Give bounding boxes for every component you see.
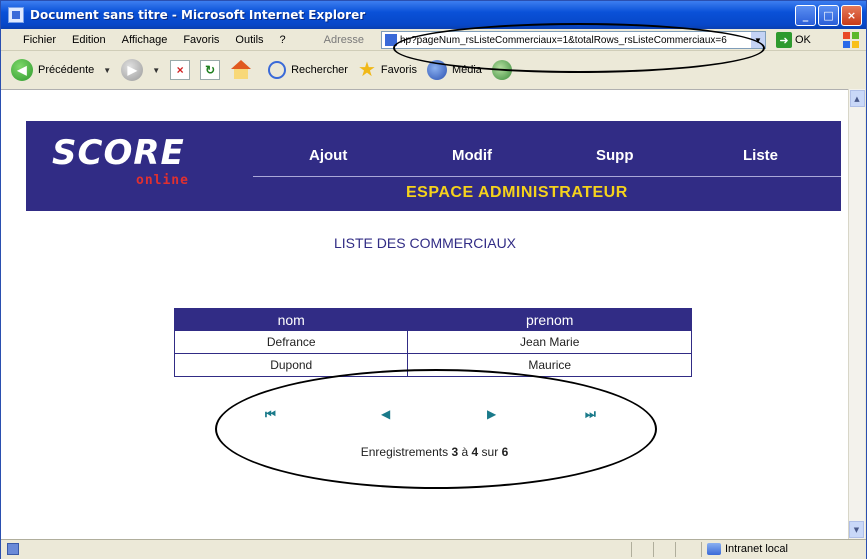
nav-divider [253, 176, 841, 177]
column-header-prenom: prenom [407, 308, 692, 331]
go-button[interactable]: ➜ OK [776, 32, 811, 48]
stop-button[interactable]: × [170, 60, 191, 80]
intranet-zone-icon [707, 543, 721, 555]
status-separator [701, 542, 702, 557]
window-title: Document sans titre - Microsoft Internet… [30, 8, 366, 22]
forward-arrow-icon: ▶ [121, 59, 144, 81]
back-dropdown-icon[interactable]: ▼ [103, 66, 111, 75]
menu-help[interactable]: ? [272, 34, 294, 46]
nav-liste[interactable]: Liste [743, 147, 778, 164]
nav-ajout[interactable]: Ajout [309, 147, 347, 164]
favorites-button[interactable]: ★ Favoris [358, 60, 417, 80]
windows-logo-icon [843, 32, 859, 48]
minimize-button[interactable]: _ [795, 5, 816, 26]
back-arrow-icon: ◀ [11, 59, 33, 81]
address-label: Adresse [323, 33, 364, 46]
scroll-down-icon[interactable]: ▼ [849, 521, 864, 538]
search-button[interactable]: Rechercher [268, 61, 348, 79]
search-label: Rechercher [291, 64, 348, 76]
home-button[interactable] [230, 60, 252, 80]
menu-outils[interactable]: Outils [227, 34, 271, 46]
nav-modif[interactable]: Modif [452, 147, 492, 164]
page-status-icon [7, 543, 19, 555]
favorites-label: Favoris [380, 64, 417, 76]
browser-window: Document sans titre - Microsoft Internet… [0, 0, 867, 559]
home-icon [230, 60, 252, 80]
vertical-scrollbar[interactable]: ▲ ▼ [848, 89, 865, 539]
zone-label: Intranet local [725, 543, 788, 555]
search-icon [268, 61, 287, 79]
scroll-up-icon[interactable]: ▲ [849, 90, 865, 107]
table-row: Defrance Jean Marie [173, 330, 692, 354]
menu-edition[interactable]: Edition [64, 34, 114, 46]
status-separator [631, 542, 632, 557]
back-button[interactable]: ◀ Précédente ▼ [11, 59, 111, 81]
maximize-button[interactable]: □ [818, 5, 839, 26]
go-arrow-icon: ➜ [776, 32, 792, 48]
column-header-nom: nom [173, 308, 409, 331]
status-separator [653, 542, 654, 557]
menu-affichage[interactable]: Affichage [114, 34, 176, 46]
cell-prenom: Jean Marie [407, 330, 692, 354]
menu-favoris[interactable]: Favoris [175, 34, 227, 46]
refresh-button[interactable]: ↻ [200, 60, 221, 80]
commerciaux-table: nom prenom Defrance Jean Marie Dupond Ma… [173, 308, 692, 377]
forward-button[interactable]: ▶ ▼ [121, 59, 160, 81]
cell-nom: Defrance [173, 330, 409, 354]
list-title: LISTE DES COMMERCIAUX [333, 235, 517, 251]
logo-text: SCORE [52, 133, 185, 173]
refresh-icon: ↻ [200, 60, 221, 80]
page-content: SCORE online Ajout Modif Supp Liste ESPA… [1, 89, 849, 539]
table-header-row: nom prenom [173, 308, 692, 331]
security-zone: Intranet local [707, 543, 788, 555]
title-bar: Document sans titre - Microsoft Internet… [1, 1, 866, 29]
highlight-ellipse-address [393, 23, 765, 73]
menu-fichier[interactable]: Fichier [15, 34, 64, 46]
highlight-ellipse-pager [215, 369, 657, 489]
go-label: OK [795, 34, 811, 46]
ie-document-icon [8, 7, 24, 23]
espace-title: ESPACE ADMINISTRATEUR [406, 184, 628, 201]
close-button[interactable]: × [841, 5, 862, 26]
back-label: Précédente [38, 64, 95, 76]
forward-dropdown-icon[interactable]: ▼ [152, 66, 160, 75]
logo-subtitle: online [136, 173, 189, 188]
nav-supp[interactable]: Supp [596, 147, 634, 164]
site-banner: SCORE online Ajout Modif Supp Liste ESPA… [26, 121, 841, 211]
status-separator [675, 542, 676, 557]
score-logo: SCORE [52, 133, 185, 173]
stop-icon: × [170, 60, 191, 80]
favorites-star-icon: ★ [357, 59, 376, 81]
status-bar: Intranet local [1, 539, 866, 559]
window-controls: _ □ × [795, 5, 862, 26]
